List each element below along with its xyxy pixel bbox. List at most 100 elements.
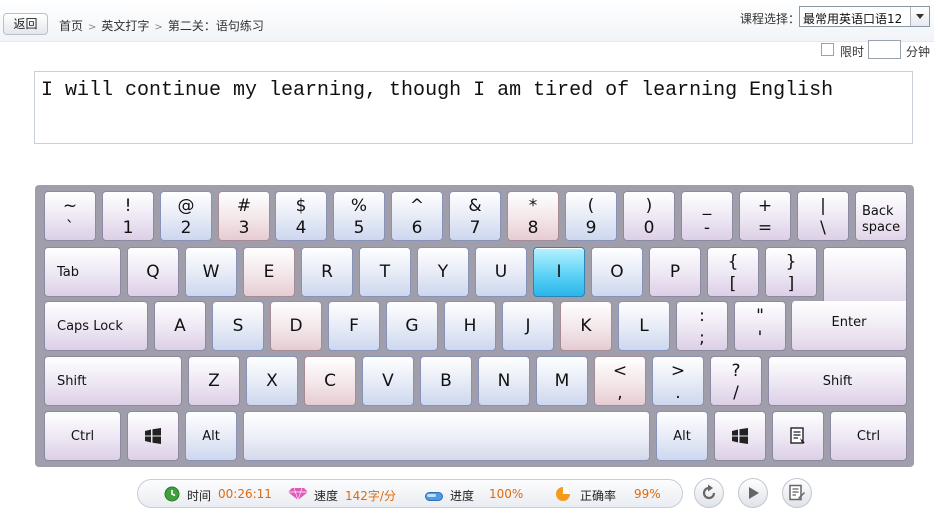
key-f[interactable]: F <box>328 301 380 351</box>
breadcrumb-current: 第二关：语句练习 <box>167 19 264 33</box>
key-backtick[interactable]: ~ ` <box>44 191 96 241</box>
key-bottom-label: 4 <box>295 218 307 238</box>
key-4[interactable]: $4 <box>275 191 327 241</box>
key-label: F <box>349 316 359 336</box>
key-top-label: & <box>468 196 482 216</box>
key-right-alt[interactable]: Alt <box>656 411 708 461</box>
key-x[interactable]: X <box>246 356 298 406</box>
key-5[interactable]: % 5 <box>333 191 385 241</box>
key-top-label: @ <box>177 196 195 216</box>
key-v[interactable]: V <box>362 356 414 406</box>
key-bottom-label: , <box>617 383 623 403</box>
key-m[interactable]: M <box>536 356 588 406</box>
key-j[interactable]: J <box>502 301 554 351</box>
key-top-label: % <box>350 196 368 216</box>
key-b[interactable]: B <box>420 356 472 406</box>
key-semicolon[interactable]: :; <box>676 301 728 351</box>
key-bottom-label: 2 <box>180 218 192 238</box>
key-close-bracket[interactable]: }] <box>765 247 817 297</box>
key-label: D <box>289 316 303 336</box>
key-label: Tab <box>57 264 80 280</box>
breadcrumb-home[interactable]: 首页 <box>59 19 83 33</box>
course-select[interactable]: 最常用英语口语12 <box>799 6 930 27</box>
key-s[interactable]: S <box>212 301 264 351</box>
key-bottom-label: [ <box>729 274 737 294</box>
status-bar: 时间 00:26:11 速度 142字/分 进度 100% 正确率 99% <box>137 479 683 508</box>
key-comma[interactable]: <, <box>594 356 646 406</box>
key-7[interactable]: & 7 <box>449 191 501 241</box>
key-right-shift[interactable]: Shift <box>768 356 907 406</box>
key-enter-upper[interactable] <box>823 247 907 307</box>
key-left-shift[interactable]: Shift <box>44 356 182 406</box>
key-label: Shift <box>822 373 853 389</box>
key-d[interactable]: D <box>270 301 322 351</box>
key-w[interactable]: W <box>185 247 237 297</box>
key-left-alt[interactable]: Alt <box>185 411 237 461</box>
key-tab[interactable]: Tab <box>44 247 121 297</box>
key-a[interactable]: A <box>154 301 206 351</box>
notes-button[interactable] <box>782 478 812 508</box>
key-right-ctrl[interactable]: Ctrl <box>830 411 907 461</box>
key-right-windows[interactable] <box>714 411 766 461</box>
key-backspace[interactable]: Back space <box>855 191 907 241</box>
practice-text-box[interactable]: I will continue my learning, though I am… <box>34 71 913 144</box>
key-t[interactable]: T <box>359 247 411 297</box>
time-limit-input[interactable] <box>868 40 901 59</box>
key-2[interactable]: @2 <box>160 191 212 241</box>
key-label: Enter <box>831 315 867 330</box>
key-o[interactable]: O <box>591 247 643 297</box>
key-z[interactable]: Z <box>188 356 240 406</box>
key-bottom-label: ] <box>787 274 795 294</box>
key-label: M <box>554 371 570 391</box>
key-e[interactable]: E <box>243 247 295 297</box>
breadcrumb-english-typing[interactable]: 英文打字 <box>101 19 149 33</box>
key-h[interactable]: H <box>444 301 496 351</box>
key-c[interactable]: C <box>304 356 356 406</box>
restart-button[interactable] <box>694 478 724 508</box>
key-period[interactable]: >. <box>652 356 704 406</box>
key-caps-lock[interactable]: Caps Lock <box>44 301 148 351</box>
key-k[interactable]: K <box>560 301 612 351</box>
key-label: O <box>610 262 624 282</box>
back-button[interactable]: 返回 <box>3 13 48 35</box>
key-equals[interactable]: + = <box>739 191 791 241</box>
key-label: H <box>463 316 477 336</box>
key-menu[interactable] <box>772 411 824 461</box>
key-6[interactable]: ^ 6 <box>391 191 443 241</box>
key-space[interactable] <box>243 411 650 461</box>
key-u[interactable]: U <box>475 247 527 297</box>
key-left-ctrl[interactable]: Ctrl <box>44 411 121 461</box>
key-open-bracket[interactable]: {[ <box>707 247 759 297</box>
key-label: Ctrl <box>856 428 881 444</box>
key-8[interactable]: * 8 <box>507 191 559 241</box>
key-top-label: # <box>236 196 252 216</box>
key-p[interactable]: P <box>649 247 701 297</box>
key-3[interactable]: #3 <box>218 191 270 241</box>
key-minus[interactable]: _ - <box>681 191 733 241</box>
time-limit-checkbox[interactable] <box>821 43 834 56</box>
key-9[interactable]: (9 <box>565 191 617 241</box>
key-bottom-label: ' <box>757 328 763 348</box>
key-1[interactable]: ! 1 <box>102 191 154 241</box>
key-bottom-label: 7 <box>469 218 481 238</box>
key-top-label: ~ <box>62 196 78 216</box>
key-r[interactable]: R <box>301 247 353 297</box>
key-quote[interactable]: " ' <box>734 301 786 351</box>
key-enter[interactable]: Enter <box>791 301 907 351</box>
menu-icon <box>773 412 823 460</box>
key-l[interactable]: L <box>618 301 670 351</box>
key-slash[interactable]: ? / <box>710 356 762 406</box>
diamond-icon <box>288 487 308 503</box>
key-left-windows[interactable] <box>127 411 179 461</box>
key-q[interactable]: Q <box>127 247 179 297</box>
accuracy-label: 正确率 <box>580 489 617 503</box>
key-n[interactable]: N <box>478 356 530 406</box>
key-y[interactable]: Y <box>417 247 469 297</box>
key-g[interactable]: G <box>386 301 438 351</box>
key-i-active[interactable]: I <box>533 247 585 297</box>
key-backslash[interactable]: | \ <box>797 191 849 241</box>
key-0[interactable]: ) 0 <box>623 191 675 241</box>
key-top-label: * <box>528 196 538 216</box>
play-button[interactable] <box>738 478 768 508</box>
chevron-down-icon[interactable] <box>910 7 929 26</box>
